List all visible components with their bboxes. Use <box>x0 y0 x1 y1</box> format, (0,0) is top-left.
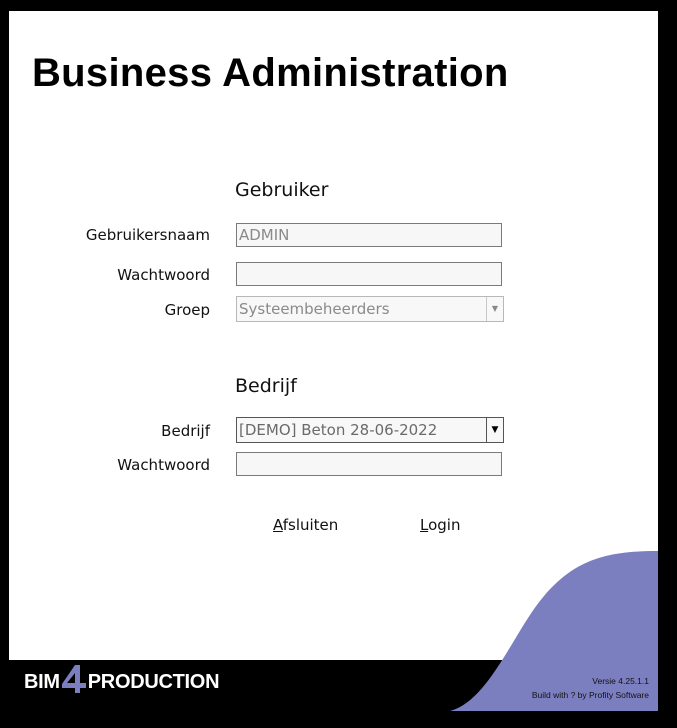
exit-button[interactable]: Afsluiten <box>273 516 338 534</box>
version-text: Versie 4.25.1.1 <box>592 676 649 686</box>
company-password-input[interactable] <box>236 452 502 476</box>
company-section-heading: Bedrijf <box>235 375 297 397</box>
user-section-heading: Gebruiker <box>235 179 329 201</box>
username-input[interactable]: ADMIN <box>236 223 502 247</box>
user-password-label: Wachtwoord <box>117 266 210 284</box>
login-window: Business Administration Gebruiker Gebrui… <box>9 11 658 711</box>
company-label: Bedrijf <box>161 422 210 440</box>
company-select[interactable]: [DEMO] Beton 28-06-2022 ▼ <box>236 417 504 443</box>
login-button[interactable]: Login <box>420 516 460 534</box>
group-select[interactable]: Systeembeheerders ▼ <box>236 296 504 322</box>
brand-logo: BIM PRODUCTION <box>24 664 220 700</box>
group-select-value: Systeembeheerders <box>239 300 390 318</box>
chevron-down-icon[interactable]: ▼ <box>486 297 503 321</box>
build-text: Build with ? by Profity Software <box>531 690 649 700</box>
logo-text-left: BIM <box>24 670 60 693</box>
version-info: Versie 4.25.1.1 Build with ? by Profity … <box>532 674 649 702</box>
user-password-input[interactable] <box>236 262 502 286</box>
group-label: Groep <box>164 301 210 319</box>
username-label: Gebruikersnaam <box>85 226 210 244</box>
logo-text-right: PRODUCTION <box>87 670 220 693</box>
chevron-down-icon[interactable]: ▼ <box>486 418 503 442</box>
company-password-label: Wachtwoord <box>117 456 210 474</box>
company-select-value: [DEMO] Beton 28-06-2022 <box>239 421 438 439</box>
decorative-wave <box>450 551 658 711</box>
logo-four-icon <box>61 664 87 700</box>
app-title: Business Administration <box>32 51 509 95</box>
